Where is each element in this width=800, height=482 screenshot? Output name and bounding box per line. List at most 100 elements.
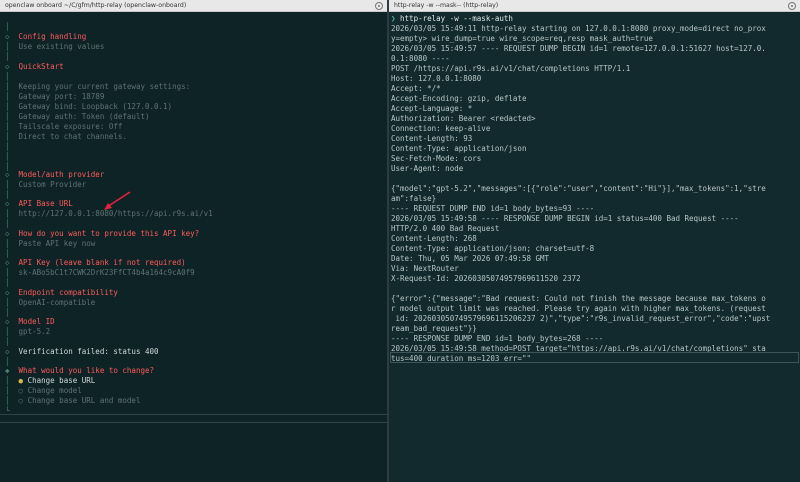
rail-icon: │ bbox=[5, 298, 10, 307]
option-label: Change base URL bbox=[27, 376, 96, 385]
log-line: {"model":"gpt-5.2","messages":[{"role":"… bbox=[391, 184, 766, 193]
log-line: Accept-Language: * bbox=[391, 104, 473, 113]
log-line: r model output limit was reached. Please… bbox=[391, 304, 766, 313]
step-icon: ◇ bbox=[5, 199, 10, 208]
config-heading: Config handling bbox=[18, 32, 87, 41]
quickstart-line: Gateway auth: Token (default) bbox=[18, 112, 150, 121]
option-label: Change model bbox=[27, 386, 82, 395]
log-line: Sec-Fetch-Mode: cors bbox=[391, 154, 482, 163]
option-change-model[interactable]: │ ○ Change model bbox=[5, 386, 82, 396]
log-line: 2026/03/05 15:49:57 ---- REQUEST DUMP BE… bbox=[391, 44, 766, 53]
verification-status: Verification failed: status 400 bbox=[18, 347, 159, 356]
log-line: Via: NextRouter bbox=[391, 264, 459, 273]
log-line: ream_bad_request"}} bbox=[391, 324, 477, 333]
log-line: Content-Type: application/json bbox=[391, 144, 527, 153]
api-key-heading: API Key (leave blank if not required) bbox=[18, 258, 186, 267]
rail-icon: │ bbox=[5, 239, 10, 248]
left-pane-title: openclaw onboard ~/C/gfm/http-relay (ope… bbox=[5, 2, 187, 9]
log-lines: 2026/03/05 15:49:11 http-relay starting … bbox=[391, 24, 798, 364]
log-line: POST /https://api.r9s.ai/v1/chat/complet… bbox=[391, 64, 631, 73]
how-key-heading: How do you want to provide this API key? bbox=[18, 229, 200, 238]
rail-icon: │ bbox=[5, 396, 10, 405]
right-terminal-pane[interactable]: http-relay -w --mask-- (http-relay) ❯ ht… bbox=[389, 0, 800, 482]
rail-icon: │ bbox=[5, 327, 10, 336]
pane-settings-icon[interactable] bbox=[375, 2, 383, 10]
rail-icon: │ bbox=[5, 142, 10, 151]
rail-icon: │ bbox=[5, 52, 10, 61]
how-key-value: Paste API key now bbox=[18, 239, 96, 248]
change-question-heading: What would you like to change? bbox=[18, 366, 155, 375]
rail-icon: │ bbox=[5, 209, 10, 218]
quickstart-line: Tailscale exposure: Off bbox=[18, 122, 123, 131]
log-line: Authorization: Bearer <redacted> bbox=[391, 114, 536, 123]
endpoint-heading: Endpoint compatibility bbox=[18, 288, 118, 297]
log-line: Content-Length: 93 bbox=[391, 134, 473, 143]
provider-value: Custom Provider bbox=[18, 180, 87, 189]
right-pane-title: http-relay -w --mask-- (http-relay) bbox=[394, 2, 499, 9]
log-line: Accept: */* bbox=[391, 84, 441, 93]
log-line: Connection: keep-alive bbox=[391, 124, 491, 133]
rail-icon: │ bbox=[5, 72, 10, 81]
rail-icon: │ bbox=[5, 132, 10, 141]
rail-icon: │ bbox=[5, 92, 10, 101]
log-line: ---- RESPONSE DUMP END id=1 body_bytes=2… bbox=[391, 334, 604, 343]
step-icon: ◇ bbox=[5, 32, 10, 41]
pane-divider-line bbox=[0, 422, 387, 423]
step-icon: ◇ bbox=[5, 62, 10, 71]
command-text: http-relay -w --mask-auth bbox=[400, 14, 513, 23]
terminal-cursor-line[interactable] bbox=[390, 352, 799, 363]
radio-selected-icon: ● bbox=[18, 376, 24, 385]
step-icon: ◇ bbox=[5, 288, 10, 297]
endpoint-value: OpenAI-compatible bbox=[18, 298, 96, 307]
rail-icon: │ bbox=[5, 152, 10, 161]
log-line: Content-Type: application/json; charset=… bbox=[391, 244, 595, 253]
step-icon: ◇ bbox=[5, 229, 10, 238]
log-line: y=empty> wire_dump=true wire_scope=req,r… bbox=[391, 34, 653, 43]
pane-divider-line bbox=[0, 414, 387, 415]
rail-icon: │ bbox=[5, 376, 10, 385]
rail-icon: │ bbox=[5, 268, 10, 277]
step-icon: ◇ bbox=[5, 170, 10, 179]
quickstart-line: Direct to chat channels. bbox=[18, 132, 127, 141]
rail-icon: │ bbox=[5, 386, 10, 395]
option-label: Change base URL and model bbox=[27, 396, 141, 405]
quickstart-line: Keeping your current gateway settings: bbox=[18, 82, 191, 91]
rail-icon: │ bbox=[5, 219, 10, 228]
rail-icon: │ bbox=[5, 22, 10, 31]
prompt-icon: ❯ bbox=[391, 14, 396, 23]
log-line: 2026/03/05 15:49:11 http-relay starting … bbox=[391, 24, 766, 33]
log-line: X-Request-Id: 20260305074957969611520 23… bbox=[391, 274, 581, 283]
annotation-arrow-icon bbox=[104, 191, 131, 210]
radio-unselected-icon: ○ bbox=[18, 396, 24, 405]
option-change-base-url[interactable]: │ ● Change base URL bbox=[5, 376, 95, 386]
pane-settings-icon[interactable] bbox=[788, 2, 796, 10]
rail-icon: │ bbox=[5, 112, 10, 121]
step-icon: ◇ bbox=[5, 347, 10, 356]
prompt-line: ❯ http-relay -w --mask-auth bbox=[391, 14, 798, 24]
active-step-icon: ◆ bbox=[5, 366, 10, 375]
log-line: 0.1:8080 ---- bbox=[391, 54, 450, 63]
log-line: am":false} bbox=[391, 194, 437, 203]
log-line: id: 202603050749579696115206237 2)","typ… bbox=[391, 314, 771, 323]
rail-icon: │ bbox=[5, 180, 10, 189]
option-change-base-url-and-model[interactable]: │ ○ Change base URL and model bbox=[5, 396, 140, 406]
quickstart-line: Gateway bind: Loopback (127.0.0.1) bbox=[18, 102, 173, 111]
quickstart-line: Gateway port: 18789 bbox=[18, 92, 105, 101]
rail-icon: │ bbox=[5, 102, 10, 111]
right-pane-titlebar: http-relay -w --mask-- (http-relay) bbox=[389, 0, 800, 12]
log-line: ---- REQUEST DUMP END id=1 body_bytes=93… bbox=[391, 204, 595, 213]
left-terminal-pane[interactable]: openclaw onboard ~/C/gfm/http-relay (ope… bbox=[0, 0, 387, 482]
quickstart-heading: QuickStart bbox=[18, 62, 64, 71]
log-line: Accept-Encoding: gzip, deflate bbox=[391, 94, 527, 103]
api-key-value: sk-ABo5bC1t7CWK2DrK23FfCT4b4a164c9cA0f9 bbox=[18, 268, 195, 277]
log-line: {"error":{"message":"Bad request: Could … bbox=[391, 294, 766, 303]
config-value: Use existing values bbox=[18, 42, 105, 51]
radio-unselected-icon: ○ bbox=[18, 386, 24, 395]
log-line: Host: 127.0.0.1:8080 bbox=[391, 74, 482, 83]
step-icon: ◇ bbox=[5, 317, 10, 326]
log-line: Date: Thu, 05 Mar 2026 07:49:58 GMT bbox=[391, 254, 550, 263]
provider-heading: Model/auth provider bbox=[18, 170, 105, 179]
model-id-value: gpt-5.2 bbox=[18, 327, 51, 336]
